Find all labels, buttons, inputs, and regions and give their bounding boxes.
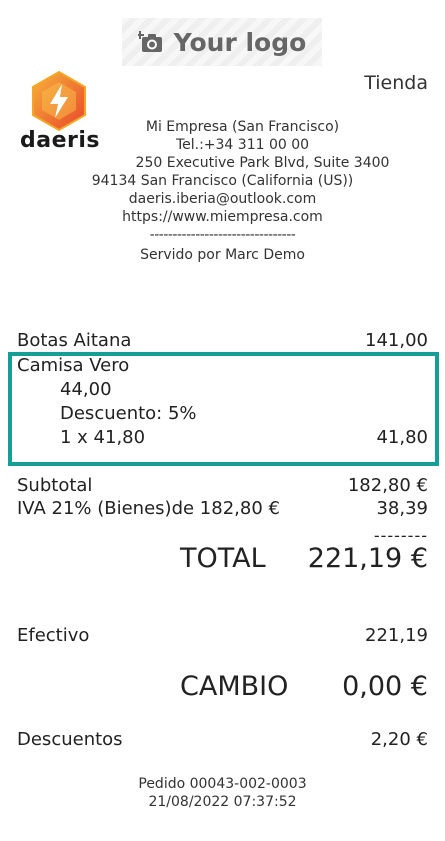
line-qty-price: 1 x 41,80 [60, 427, 146, 448]
subtotal-value: 182,80 € [347, 475, 428, 496]
tax-row: IVA 21% (Bienes)de 182,80 € 38,39 [17, 498, 428, 519]
discounts-label: Descuentos [17, 729, 123, 750]
company-header: Mi Empresa (San Francisco) Tel.:+34 311 … [0, 118, 445, 264]
header-separator: -------------------------------- [149, 227, 296, 243]
change-row: CAMBIO 0,00 € [180, 671, 428, 702]
company-website: https://www.miempresa.com [122, 209, 323, 225]
line-amount: 141,00 [365, 330, 428, 351]
line-original-price: 44,00 [60, 379, 112, 400]
order-line[interactable]: Botas Aitana 141,00 [17, 330, 428, 351]
tax-label: IVA 21% (Bienes)de 182,80 € [17, 498, 280, 519]
payment-row: Efectivo 221,19 [17, 625, 428, 646]
total-value: 221,19 € [307, 543, 428, 574]
served-by: Servido por Marc Demo [140, 247, 305, 263]
line-product: Botas Aitana [17, 330, 132, 351]
your-logo-label: Your logo [173, 27, 307, 57]
camera-plus-icon [137, 31, 162, 52]
company-name: Mi Empresa (San Francisco) [145, 119, 340, 135]
company-city: 94134 San Francisco (California (US)) [91, 173, 354, 189]
company-phone: Tel.:+34 311 00 00 [175, 137, 310, 153]
change-label: CAMBIO [180, 671, 289, 702]
your-logo-placeholder[interactable]: Your logo [122, 18, 322, 66]
order-datetime: 21/08/2022 07:37:52 [148, 794, 297, 810]
store-label: Tienda [364, 72, 428, 94]
company-street: 250 Executive Park Blvd, Suite 3400 [135, 155, 390, 171]
payment-method-label: Efectivo [17, 625, 90, 646]
subtotal-row: Subtotal 182,80 € [17, 475, 428, 496]
line-qty-row: 1 x 41,80 41,80 [60, 427, 428, 448]
company-email: daeris.iberia@outlook.com [128, 191, 317, 207]
change-value: 0,00 € [342, 671, 428, 702]
total-row: TOTAL 221,19 € [180, 543, 428, 574]
line-product: Camisa Vero [17, 355, 130, 376]
line-discount: Descuento: 5% [60, 403, 197, 424]
discounts-value: 2,20 € [370, 729, 428, 750]
tax-value: 38,39 [376, 498, 428, 519]
total-label: TOTAL [180, 543, 266, 574]
line-amount: 41,80 [376, 427, 428, 448]
order-reference: Pedido 00043-002-0003 [138, 776, 307, 792]
subtotal-label: Subtotal [17, 475, 93, 496]
receipt-footer: Pedido 00043-002-0003 21/08/2022 07:37:5… [0, 775, 445, 811]
payment-method-value: 221,19 [365, 625, 428, 646]
order-line-selected[interactable]: Camisa Vero [17, 355, 428, 376]
discounts-row: Descuentos 2,20 € [17, 729, 428, 750]
